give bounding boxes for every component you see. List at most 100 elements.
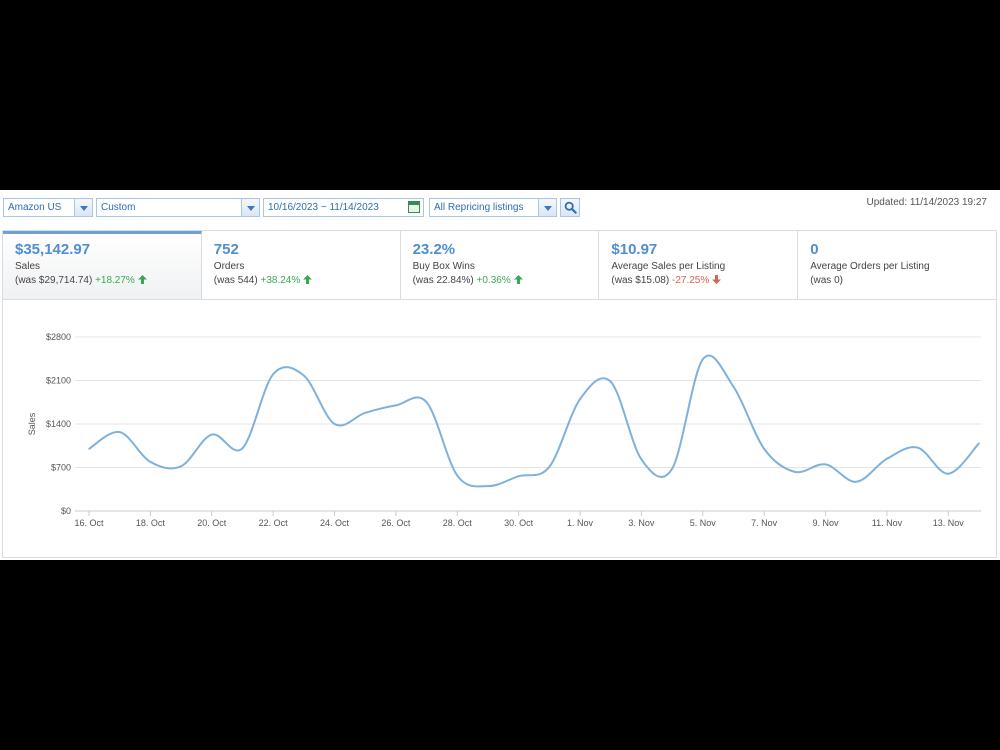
data-point	[824, 463, 827, 466]
stat-label: Average Orders per Listing	[810, 261, 930, 272]
data-point	[149, 460, 152, 463]
x-tick-label: 5. Nov	[690, 518, 717, 528]
data-point	[947, 472, 950, 475]
stat-sales[interactable]: $35,142.97 Sales (was $29,714.74) +18.27…	[3, 231, 202, 299]
y-tick-label: $1400	[46, 419, 71, 429]
stat-label: Average Sales per Listing	[611, 261, 726, 272]
data-point	[272, 373, 275, 376]
marketplace-select[interactable]: Amazon US	[3, 198, 93, 217]
stat-previous: (was $29,714.74) +18.27%	[15, 275, 201, 287]
chevron-down-icon[interactable]	[538, 199, 556, 216]
data-point	[701, 358, 704, 361]
stats-bar: $35,142.97 Sales (was $29,714.74) +18.27…	[2, 230, 997, 300]
data-point	[180, 465, 183, 468]
search-button[interactable]	[560, 198, 580, 217]
stat-label: Buy Box Wins	[412, 261, 475, 272]
arrow-down-icon	[712, 275, 722, 284]
stat-previous-value: (was $29,714.74)	[15, 275, 93, 286]
data-point	[732, 385, 735, 388]
stat-previous-value: (was 544)	[213, 275, 258, 286]
arrow-up-icon	[303, 275, 313, 284]
stat-change: +18.27%	[95, 275, 135, 286]
period-value: Custom	[101, 202, 136, 213]
updated-timestamp: Updated: 11/14/2023 19:27	[866, 197, 987, 208]
x-tick-label: 1. Nov	[567, 518, 594, 528]
data-point	[548, 465, 551, 468]
calendar-icon[interactable]	[408, 201, 420, 213]
data-point	[640, 458, 643, 461]
x-tick-label: 18. Oct	[136, 518, 166, 528]
y-tick-label: $0	[61, 506, 71, 516]
stat-average-orders-per-listing[interactable]: 0 Average Orders per Listing (was 0)	[798, 231, 996, 299]
data-point	[763, 447, 766, 450]
data-point	[916, 446, 919, 449]
stat-orders[interactable]: 752 Orders (was 544) +38.24%	[201, 231, 401, 299]
data-point	[456, 474, 459, 477]
data-point	[885, 457, 888, 460]
period-select[interactable]: Custom	[96, 198, 260, 217]
x-tick-label: 30. Oct	[504, 518, 534, 528]
data-point	[855, 480, 858, 483]
data-point	[118, 431, 121, 434]
listing-filter-select[interactable]: All Repricing listings	[429, 198, 557, 217]
stat-previous-value: (was 0)	[810, 275, 843, 286]
x-tick-label: 28. Oct	[443, 518, 473, 528]
y-tick-label: $2100	[46, 376, 71, 386]
repricer-dashboard: Amazon US Custom 10/16/2023 ~ 11/14/2023…	[0, 190, 1000, 560]
chevron-down-icon[interactable]	[241, 199, 259, 216]
stat-change: -27.25%	[671, 275, 710, 286]
date-range-input[interactable]: 10/16/2023 ~ 11/14/2023	[263, 198, 424, 217]
x-tick-label: 3. Nov	[628, 518, 655, 528]
search-icon	[564, 201, 577, 214]
stat-average-sales-per-listing[interactable]: $10.97 Average Sales per Listing (was $1…	[599, 231, 799, 299]
stat-value: 0	[810, 241, 819, 258]
data-point	[671, 467, 674, 470]
data-point	[302, 374, 305, 377]
stat-value: $35,142.97	[15, 241, 91, 258]
x-tick-label: 13. Nov	[933, 518, 965, 528]
stat-value: 752	[213, 241, 239, 258]
x-tick-label: 24. Oct	[320, 518, 350, 528]
data-point	[394, 404, 397, 407]
x-tick-label: 26. Oct	[381, 518, 411, 528]
y-tick-label: $2800	[46, 332, 71, 342]
x-tick-label: 20. Oct	[197, 518, 227, 528]
data-point	[486, 485, 489, 488]
stat-previous: (was 22.84%) +0.36%	[413, 275, 599, 287]
data-point	[88, 447, 90, 450]
arrow-up-icon	[513, 275, 523, 284]
stat-change: +0.36%	[476, 275, 511, 286]
sales-chart-panel: $0 $700 $1400 $2100 $2800 Sales 16. Oct 18. Oct…	[2, 300, 997, 558]
date-range-value: 10/16/2023 ~ 11/14/2023	[268, 202, 379, 213]
arrow-up-icon	[137, 275, 147, 284]
sales-line-chart: $0 $700 $1400 $2100 $2800 Sales 16. Oct 18. Oct…	[27, 332, 981, 528]
x-tick-label: 22. Oct	[259, 518, 289, 528]
x-tick-label: 11. Nov	[872, 518, 903, 528]
stat-label: Orders	[213, 261, 245, 272]
data-point	[793, 470, 796, 473]
x-tick-label: 7. Nov	[751, 518, 778, 528]
stat-buy-box-wins[interactable]: 23.2% Buy Box Wins (was 22.84%) +0.36%	[400, 231, 600, 299]
stat-previous: (was 0)	[810, 275, 996, 287]
stat-label: Sales	[15, 261, 41, 272]
data-point	[609, 380, 612, 383]
data-point	[364, 411, 367, 414]
data-point	[517, 475, 520, 478]
data-point	[978, 442, 980, 445]
x-tick-label: 16. Oct	[74, 518, 104, 528]
y-axis-label: Sales	[27, 412, 37, 435]
stat-change: +38.24%	[260, 275, 301, 286]
chevron-down-icon[interactable]	[74, 199, 92, 216]
data-point	[425, 401, 428, 404]
stat-previous: (was 544) +38.24%	[214, 275, 400, 287]
y-tick-label: $700	[51, 463, 71, 473]
stat-previous-value: (was $15.08)	[611, 275, 670, 286]
stat-value: $10.97	[611, 241, 658, 258]
stat-previous-value: (was 22.84%)	[412, 275, 474, 286]
stat-value: 23.2%	[412, 241, 456, 258]
data-point	[579, 398, 582, 401]
x-tick-label: 9. Nov	[813, 518, 840, 528]
data-point	[241, 447, 244, 450]
sales-series-line	[88, 354, 980, 488]
stat-previous: (was $15.08) -27.25%	[611, 275, 797, 287]
